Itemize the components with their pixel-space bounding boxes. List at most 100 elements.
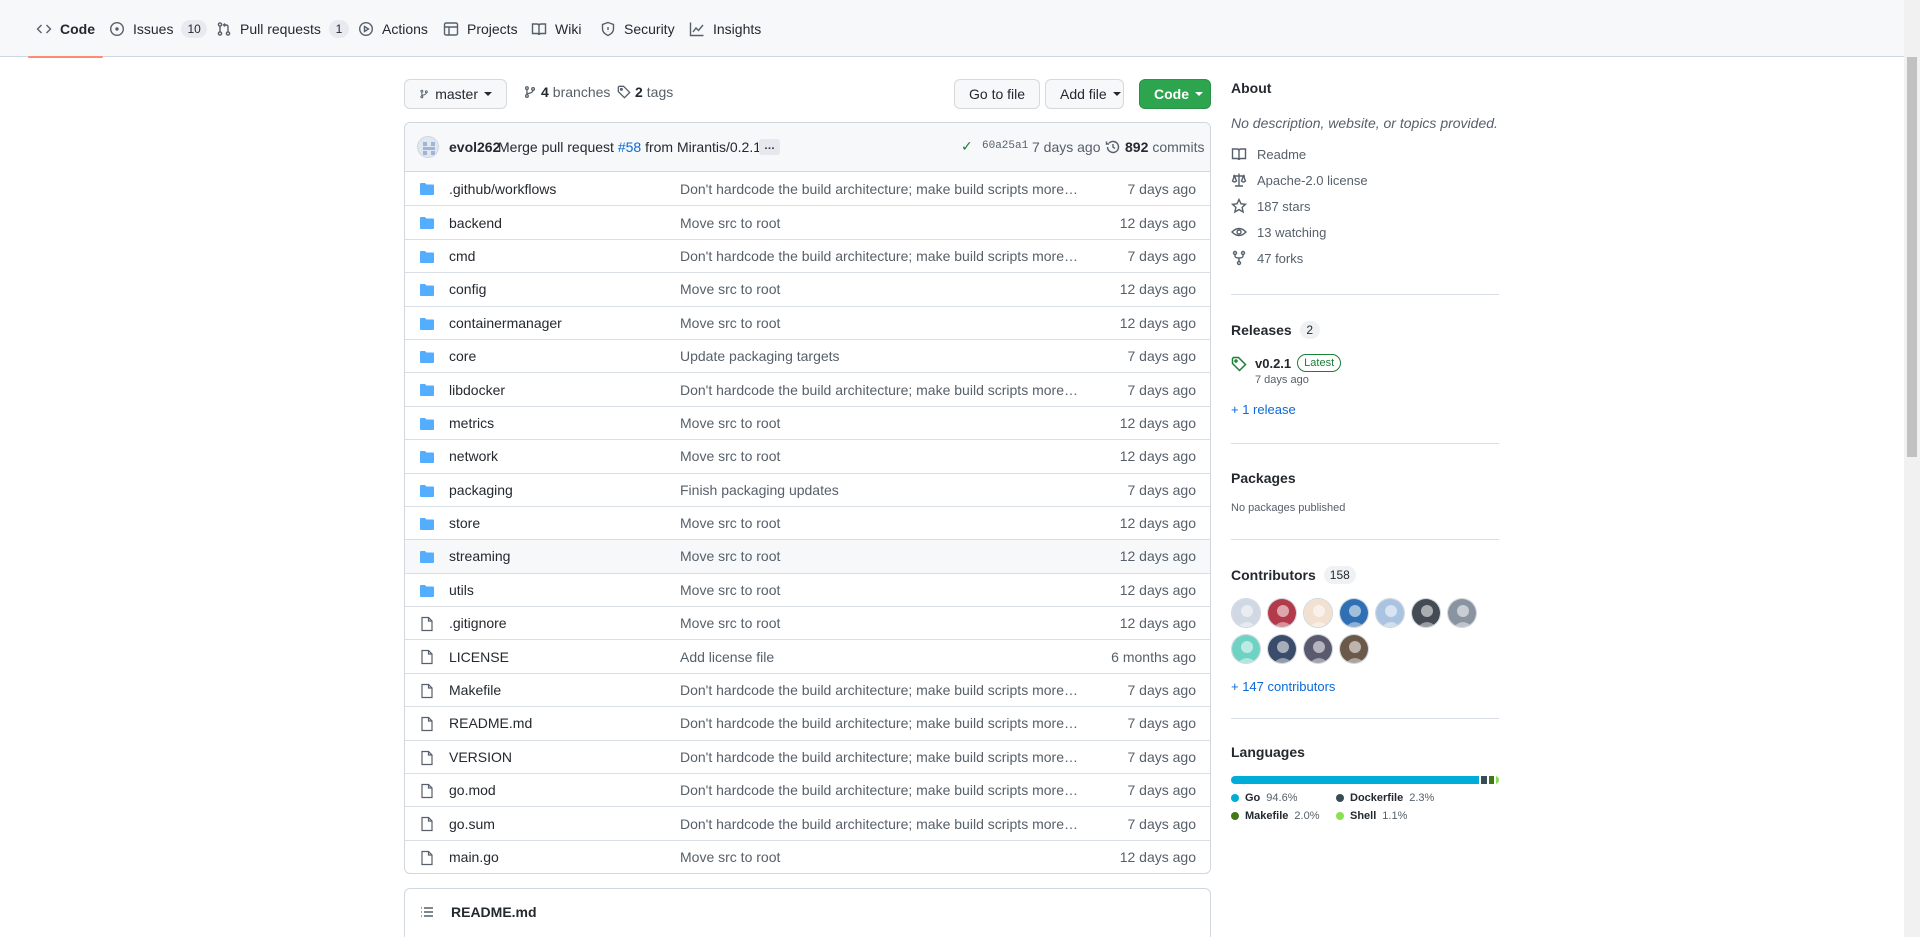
release-tag[interactable]: v0.2.1	[1255, 356, 1291, 371]
branches-link[interactable]: 4 branches	[523, 84, 610, 100]
go-to-file-button[interactable]: Go to file	[954, 79, 1040, 109]
latest-release[interactable]: v0.2.1 Latest 7 days ago	[1231, 354, 1499, 386]
file-name[interactable]: network	[449, 448, 498, 464]
expand-commit-button[interactable]: …	[759, 139, 780, 155]
avatar[interactable]	[417, 136, 439, 158]
file-commit-message[interactable]: Move src to root	[680, 315, 1080, 331]
scrollbar[interactable]	[1904, 0, 1920, 937]
file-commit-message[interactable]: Add license file	[680, 649, 1080, 665]
about-item[interactable]: 47 forks	[1231, 245, 1499, 271]
file-name[interactable]: Makefile	[449, 682, 501, 698]
avatar[interactable]	[1339, 634, 1369, 664]
about-item[interactable]: 187 stars	[1231, 193, 1499, 219]
file-commit-message[interactable]: Move src to root	[680, 849, 1080, 865]
file-name[interactable]: libdocker	[449, 382, 505, 398]
file-commit-message[interactable]: Don't hardcode the build architecture; m…	[680, 749, 1080, 765]
file-name[interactable]: store	[449, 515, 480, 531]
avatar[interactable]	[1303, 598, 1333, 628]
more-releases-link[interactable]: + 1 release	[1231, 402, 1499, 417]
file-name[interactable]: main.go	[449, 849, 499, 865]
tags-link[interactable]: 2 tags	[617, 84, 673, 100]
file-name[interactable]: .github/workflows	[449, 181, 556, 197]
file-name[interactable]: core	[449, 348, 476, 364]
tab-insights[interactable]: Insights	[681, 0, 769, 57]
file-commit-message[interactable]: Don't hardcode the build architecture; m…	[680, 248, 1080, 264]
pr-link[interactable]: #58	[618, 139, 641, 155]
tab-wiki[interactable]: Wiki	[523, 0, 589, 57]
file-name[interactable]: streaming	[449, 548, 510, 564]
file-row[interactable]: README.md Don't hardcode the build archit…	[405, 706, 1210, 739]
tab-pull-requests[interactable]: Pull requests 1	[208, 0, 357, 57]
file-row[interactable]: .gitignore Move src to root 12 days ago	[405, 606, 1210, 639]
add-file-button[interactable]: Add file	[1045, 79, 1124, 109]
avatar[interactable]	[1231, 598, 1261, 628]
file-row[interactable]: backend Move src to root 12 days ago	[405, 205, 1210, 238]
file-commit-message[interactable]: Move src to root	[680, 215, 1080, 231]
scrollbar-thumb[interactable]	[1907, 57, 1917, 457]
file-commit-message[interactable]: Don't hardcode the build architecture; m…	[680, 382, 1080, 398]
avatar[interactable]	[1267, 598, 1297, 628]
commits-link[interactable]: 892 commits	[1105, 139, 1204, 155]
avatar[interactable]	[1339, 598, 1369, 628]
more-contributors-link[interactable]: + 147 contributors	[1231, 679, 1499, 694]
file-commit-message[interactable]: Update packaging targets	[680, 348, 1080, 364]
file-commit-message[interactable]: Don't hardcode the build architecture; m…	[680, 782, 1080, 798]
tab-projects[interactable]: Projects	[435, 0, 526, 57]
language-item[interactable]: Dockerfile 2.3%	[1336, 792, 1466, 804]
file-name[interactable]: README.md	[449, 715, 532, 731]
file-row[interactable]: core Update packaging targets 7 days ago	[405, 338, 1210, 372]
file-commit-message[interactable]: Move src to root	[680, 515, 1080, 531]
avatar[interactable]	[1303, 634, 1333, 664]
file-row[interactable]: streaming Move src to root 12 days ago	[405, 539, 1210, 573]
code-button[interactable]: Code	[1139, 79, 1211, 109]
file-commit-message[interactable]: Don't hardcode the build architecture; m…	[680, 682, 1080, 698]
file-row[interactable]: libdocker Don't hardcode the build archit…	[405, 372, 1210, 405]
list-icon[interactable]	[419, 904, 435, 920]
file-commit-message[interactable]: Don't hardcode the build architecture; m…	[680, 715, 1080, 731]
file-name[interactable]: go.mod	[449, 782, 496, 798]
file-name[interactable]: cmd	[449, 248, 475, 264]
file-commit-message[interactable]: Move src to root	[680, 582, 1080, 598]
language-item[interactable]: Shell 1.1%	[1336, 810, 1466, 822]
avatar[interactable]	[1411, 598, 1441, 628]
file-name[interactable]: .gitignore	[449, 615, 507, 631]
file-row[interactable]: go.mod Don't hardcode the build architect…	[405, 773, 1210, 806]
tab-code[interactable]: Code	[28, 0, 103, 58]
file-commit-message[interactable]: Finish packaging updates	[680, 482, 1080, 498]
file-row[interactable]: config Move src to root 12 days ago	[405, 272, 1210, 305]
file-row[interactable]: cmd Don't hardcode the build architecture…	[405, 238, 1210, 272]
file-name[interactable]: VERSION	[449, 749, 512, 765]
file-commit-message[interactable]: Move src to root	[680, 281, 1080, 297]
file-row[interactable]: VERSION Don't hardcode the build architec…	[405, 739, 1210, 773]
file-row[interactable]: packaging Finish packaging updates 7 days …	[405, 472, 1210, 506]
packages-heading[interactable]: Packages	[1231, 470, 1296, 486]
avatar[interactable]	[1267, 634, 1297, 664]
file-row[interactable]: network Move src to root 12 days ago	[405, 439, 1210, 472]
file-commit-message[interactable]: Move src to root	[680, 448, 1080, 464]
branch-select-button[interactable]: master	[404, 79, 507, 109]
file-row[interactable]: store Move src to root 12 days ago	[405, 505, 1210, 539]
file-name[interactable]: utils	[449, 582, 474, 598]
language-item[interactable]: Makefile 2.0%	[1231, 810, 1336, 822]
avatar[interactable]	[1231, 634, 1261, 664]
avatar[interactable]	[1375, 598, 1405, 628]
file-commit-message[interactable]: Move src to root	[680, 548, 1080, 564]
file-commit-message[interactable]: Don't hardcode the build architecture; m…	[680, 816, 1080, 832]
file-commit-message[interactable]: Move src to root	[680, 615, 1080, 631]
file-name[interactable]: containermanager	[449, 315, 562, 331]
file-name[interactable]: metrics	[449, 415, 494, 431]
file-row[interactable]: .github/workflows Don't hardcode the buil…	[405, 172, 1210, 205]
file-name[interactable]: backend	[449, 215, 502, 231]
file-commit-message[interactable]: Don't hardcode the build architecture; m…	[680, 181, 1080, 197]
file-row[interactable]: go.sum Don't hardcode the build architect…	[405, 806, 1210, 839]
file-name[interactable]: go.sum	[449, 816, 495, 832]
about-item[interactable]: 13 watching	[1231, 219, 1499, 245]
commit-message[interactable]: Merge pull request #58 from Mirantis/0.2…	[498, 139, 777, 155]
tab-issues[interactable]: Issues 10	[101, 0, 215, 57]
tab-security[interactable]: Security	[592, 0, 683, 57]
tab-actions[interactable]: Actions	[350, 0, 436, 57]
about-item[interactable]: Apache-2.0 license	[1231, 167, 1499, 193]
file-row[interactable]: containermanager Move src to root 12 days …	[405, 305, 1210, 339]
file-row[interactable]: main.go Move src to root 12 days ago	[405, 839, 1210, 873]
releases-heading[interactable]: Releases	[1231, 322, 1292, 338]
